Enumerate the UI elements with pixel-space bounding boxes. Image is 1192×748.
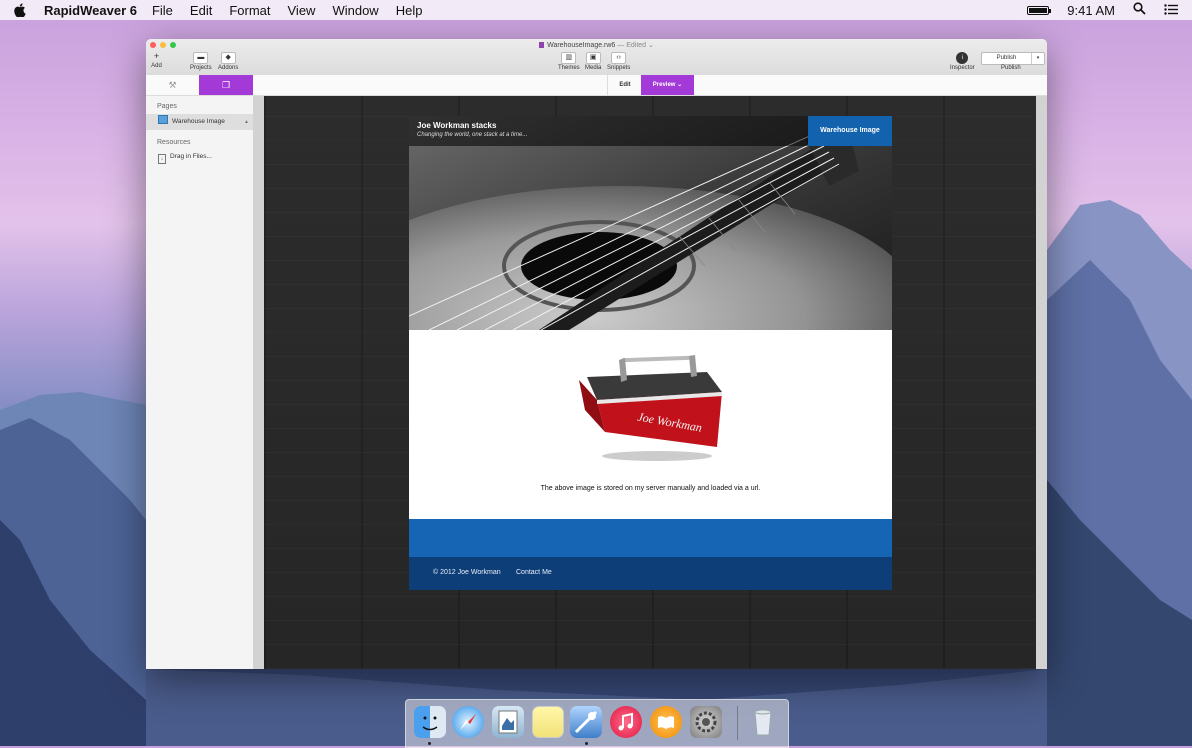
toolbox-image: Joe Workman	[579, 355, 722, 461]
blue-band	[409, 519, 892, 557]
app-menu[interactable]: RapidWeaver 6	[44, 3, 137, 18]
media-label: Media	[585, 65, 602, 71]
system-preferences-icon[interactable]	[690, 706, 722, 738]
itunes-icon[interactable]	[610, 706, 642, 738]
wrench-icon: ⚒	[168, 80, 177, 90]
menu-format[interactable]: Format	[229, 3, 270, 18]
inspector-button[interactable]: i Inspector	[950, 52, 975, 71]
snippets-icon: ‹›	[611, 52, 627, 64]
footer-copyright: © 2012 Joe Workman	[433, 569, 501, 576]
inspector-label: Inspector	[950, 65, 975, 71]
notes-icon[interactable]	[532, 706, 564, 738]
document-name: WarehouseImage.rw6	[547, 42, 616, 49]
spotlight-icon[interactable]	[1133, 2, 1146, 18]
preview-mode-button[interactable]: Preview ⌄	[641, 75, 694, 95]
header-banner-image: Joe Workman stacks Changing the world, o…	[409, 116, 892, 330]
snippets-button[interactable]: ‹› Snippets	[607, 52, 630, 71]
preview-pane: Joe Workman stacks Changing the world, o…	[264, 96, 1036, 669]
battery-icon[interactable]	[1027, 5, 1052, 15]
sidebar-item-label: Drag in Files...	[170, 153, 212, 160]
notification-center-icon[interactable]	[1164, 3, 1178, 18]
rapidweaver-icon[interactable]	[570, 706, 602, 738]
addons-icon: ◆	[220, 52, 236, 64]
menu-edit[interactable]: Edit	[190, 3, 212, 18]
dock-separator	[737, 706, 738, 740]
projects-label: Projects	[190, 65, 212, 71]
media-icon: ▣	[585, 52, 601, 64]
site-preview: Joe Workman stacks Changing the world, o…	[409, 116, 892, 590]
site-tagline: Changing the world, one stack at a time.…	[417, 132, 528, 138]
projects-button[interactable]: ▬ Projects	[190, 52, 212, 71]
tools-tab[interactable]: ⚒	[146, 75, 199, 95]
trash-icon[interactable]	[747, 706, 779, 738]
publish-button-label: Publish	[996, 55, 1017, 61]
addons-button[interactable]: ◆ Addons	[218, 52, 238, 71]
resources-header: Resources	[157, 139, 191, 146]
sidebar-item-warehouse-image[interactable]: Warehouse Image ▲	[146, 114, 253, 130]
site-title[interactable]: Joe Workman stacks	[417, 121, 496, 130]
themes-button[interactable]: ▥ Themes	[558, 52, 580, 71]
image-caption: The above image is stored on my server m…	[540, 485, 761, 492]
publish-label: Publish	[1001, 65, 1021, 71]
preview-icon[interactable]	[492, 706, 524, 738]
dock	[405, 699, 789, 748]
apple-icon[interactable]	[14, 3, 30, 17]
page-content: Joe Workman The above image is stored on…	[409, 330, 892, 519]
document-status: — Edited ⌄	[617, 42, 654, 49]
sidebar-divider[interactable]	[253, 96, 264, 669]
document-title[interactable]: WarehouseImage.rw6 — Edited ⌄	[146, 41, 1047, 49]
finder-icon[interactable]	[414, 706, 446, 738]
guitar-image	[409, 116, 892, 330]
safari-icon[interactable]	[452, 706, 484, 738]
add-button[interactable]: + Add	[150, 51, 163, 70]
menu-view[interactable]: View	[288, 3, 316, 18]
clock[interactable]: 9:41 AM	[1067, 3, 1115, 18]
pages-icon: ❐	[221, 80, 231, 90]
download-icon: ↓	[158, 154, 166, 164]
themes-icon: ▥	[561, 52, 577, 64]
publish-button[interactable]: Publish ▾	[981, 52, 1045, 65]
app-window: WarehouseImage.rw6 — Edited ⌄ + Add ▬ Pr…	[146, 39, 1047, 669]
plus-icon: +	[153, 51, 160, 61]
pages-header: Pages	[157, 103, 177, 110]
sidebar-item-label: Warehouse Image	[172, 118, 225, 125]
addons-label: Addons	[218, 65, 239, 71]
chevron-down-icon[interactable]: ▾	[1031, 53, 1044, 64]
sidebar: Pages Warehouse Image ▲ Resources ↓ Drag …	[146, 96, 254, 669]
media-button[interactable]: ▣ Media	[585, 52, 601, 71]
ibooks-icon[interactable]	[650, 706, 682, 738]
title-bar: WarehouseImage.rw6 — Edited ⌄ + Add ▬ Pr…	[146, 39, 1047, 76]
menu-bar: RapidWeaver 6 File Edit Format View Wind…	[0, 0, 1192, 20]
footer-contact-link[interactable]: Contact Me	[516, 569, 552, 576]
page-icon	[158, 115, 168, 124]
menu-file[interactable]: File	[152, 3, 173, 18]
finder-running-indicator	[428, 742, 431, 745]
add-label: Add	[151, 63, 162, 69]
nav-item-warehouse-image[interactable]: Warehouse Image	[808, 116, 892, 146]
menu-help[interactable]: Help	[396, 3, 423, 18]
site-footer: © 2012 Joe Workman Contact Me	[409, 557, 892, 590]
sidebar-item-drag-in-files[interactable]: ↓ Drag in Files...	[146, 149, 253, 165]
document-icon	[539, 42, 545, 48]
mode-bar: ⚒ ❐ Edit Preview ⌄	[146, 75, 1047, 96]
themes-label: Themes	[558, 65, 580, 71]
menu-window[interactable]: Window	[332, 3, 378, 18]
preview-scrollbar[interactable]	[1036, 96, 1047, 669]
info-icon: i	[956, 52, 969, 64]
snippets-label: Snippets	[607, 65, 631, 71]
projects-icon: ▬	[193, 52, 209, 64]
site-header: Joe Workman stacks Changing the world, o…	[409, 116, 892, 146]
edit-mode-button[interactable]: Edit	[607, 75, 642, 95]
caret-up-icon[interactable]: ▲	[244, 114, 249, 130]
rapidweaver-running-indicator	[585, 742, 588, 745]
pages-tab[interactable]: ❐	[199, 75, 253, 95]
